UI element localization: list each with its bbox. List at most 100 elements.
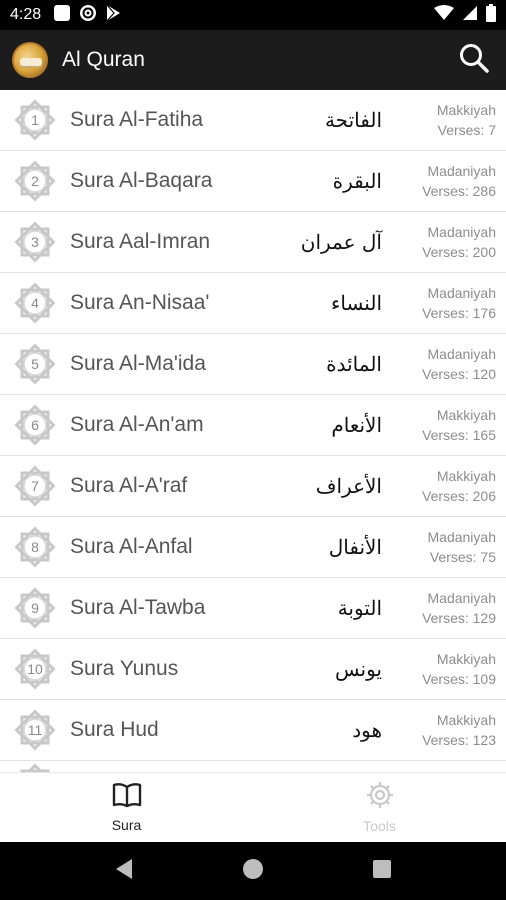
sura-meta: Madaniyah Verses: 176 [396, 283, 496, 323]
sura-name: Sura Al-Ma'ida [70, 352, 206, 375]
sura-name: Sura Yunus [70, 657, 179, 680]
sura-row[interactable]: 9 Sura Al-Tawba التوبة Madaniyah Verses:… [0, 578, 506, 639]
sura-row[interactable]: 3 Sura Aal-Imran آل عمران Madaniyah Vers… [0, 212, 506, 273]
sura-name: Sura An-Nisaa' [70, 291, 210, 314]
sura-arabic-calligraphy: الأنعام [331, 413, 382, 437]
revelation-type: Madaniyah [427, 590, 497, 606]
gear-icon [366, 781, 394, 814]
verse-count: Verses: 200 [422, 244, 496, 260]
sura-number: 3 [31, 234, 39, 250]
signal-icon [462, 5, 478, 26]
verse-count: Verses: 206 [422, 488, 496, 504]
system-navigation-bar [0, 842, 506, 900]
verse-count: Verses: 75 [429, 549, 496, 565]
sura-arabic-calligraphy: آل عمران [300, 230, 382, 254]
revelation-type: Madaniyah [427, 285, 497, 301]
sura-row[interactable]: 5 Sura Al-Ma'ida المائدة Madaniyah Verse… [0, 334, 506, 395]
sura-arabic-calligraphy: النساء [330, 291, 382, 315]
back-button[interactable] [114, 858, 134, 885]
revelation-type: Makkiyah [436, 407, 496, 423]
sura-number-badge: 6 [12, 402, 58, 448]
sura-number-badge: 7 [12, 463, 58, 509]
recents-square-icon [373, 859, 391, 878]
sura-number-badge: 4 [12, 280, 58, 326]
revelation-type: Madaniyah [427, 529, 497, 545]
search-icon [458, 42, 490, 79]
play-store-icon [105, 4, 121, 27]
sura-meta: Makkiyah Verses: 206 [396, 466, 496, 506]
sura-arabic-calligraphy: الأعراف [315, 474, 382, 498]
verse-count: Verses: 286 [422, 183, 496, 199]
sura-meta: Madaniyah Verses: 286 [396, 161, 496, 201]
app-bar: Al Quran [0, 30, 506, 90]
sura-number-badge: 10 [12, 646, 58, 692]
revelation-type: Madaniyah [427, 346, 497, 362]
sura-name: Sura Hud [70, 718, 159, 741]
sura-meta: Makkiyah Verses: 165 [396, 405, 496, 445]
battery-icon [486, 3, 496, 27]
sura-number: 2 [31, 173, 39, 189]
revelation-type: Makkiyah [436, 651, 496, 667]
sura-meta: Madaniyah Verses: 120 [396, 344, 496, 384]
sura-number: 10 [27, 661, 43, 677]
sura-name: Sura Al-Anfal [70, 535, 193, 558]
sura-arabic-calligraphy: المائدة [326, 352, 382, 376]
sura-number: 7 [31, 478, 39, 494]
verse-count: Verses: 123 [422, 732, 496, 748]
sura-number-badge: 5 [12, 341, 58, 387]
sura-name: Sura Aal-Imran [70, 230, 211, 253]
sura-number: 8 [31, 539, 39, 555]
sura-row[interactable]: 10 Sura Yunus يونس Makkiyah Verses: 109 [0, 639, 506, 700]
recents-button[interactable] [372, 859, 392, 884]
sura-row[interactable]: 11 Sura Hud هود Makkiyah Verses: 123 [0, 700, 506, 761]
search-button[interactable] [456, 42, 492, 78]
sura-meta: Madaniyah Verses: 200 [396, 222, 496, 262]
system-status-icons [434, 3, 496, 27]
sura-row-partial[interactable] [0, 761, 506, 772]
sura-row[interactable]: 7 Sura Al-A'raf الأعراف Makkiyah Verses:… [0, 456, 506, 517]
sura-meta: Madaniyah Verses: 129 [396, 588, 496, 628]
sura-name: Sura Al-An'am [70, 413, 204, 436]
revelation-type: Makkiyah [436, 102, 496, 118]
sura-row[interactable]: 8 Sura Al-Anfal الأنفال Madaniyah Verses… [0, 517, 506, 578]
sura-number-badge: 8 [12, 524, 58, 570]
sura-list[interactable]: 1 Sura Al-Fatiha الفاتحة Makkiyah Verses… [0, 90, 506, 772]
revelation-type: Madaniyah [427, 163, 497, 179]
sura-number-badge: 9 [12, 585, 58, 631]
sura-row[interactable]: 4 Sura An-Nisaa' النساء Madaniyah Verses… [0, 273, 506, 334]
sura-row[interactable]: 1 Sura Al-Fatiha الفاتحة Makkiyah Verses… [0, 90, 506, 151]
square-notification-icon [53, 4, 71, 27]
verse-count: Verses: 165 [422, 427, 496, 443]
sura-number: 9 [31, 600, 39, 616]
back-triangle-icon [116, 858, 132, 879]
sura-arabic-calligraphy: البقرة [332, 169, 382, 193]
app-logo-icon [12, 42, 48, 78]
status-bar: 4:28 [0, 0, 506, 30]
verse-count: Verses: 109 [422, 671, 496, 687]
sura-number: 6 [31, 417, 39, 433]
sura-name: Sura Al-Baqara [70, 169, 213, 192]
sura-row[interactable]: 2 Sura Al-Baqara البقرة Madaniyah Verses… [0, 151, 506, 212]
sura-number: 4 [31, 295, 39, 311]
verse-count: Verses: 7 [437, 122, 496, 138]
sura-number: 1 [31, 112, 39, 128]
sura-meta: Madaniyah Verses: 75 [396, 527, 497, 567]
nav-tab-sura[interactable]: Sura [0, 773, 253, 842]
sura-arabic-calligraphy: التوبة [337, 596, 382, 620]
sura-name: Sura Al-Tawba [70, 596, 206, 619]
nav-tab-sura-label: Sura [111, 817, 142, 833]
nav-tab-tools[interactable]: Tools [253, 773, 506, 842]
revelation-type: Makkiyah [436, 712, 496, 728]
wifi-icon [434, 4, 454, 26]
home-button[interactable] [242, 858, 264, 885]
sura-arabic-calligraphy: هود [352, 718, 382, 742]
notification-icons [53, 4, 121, 27]
verse-count: Verses: 120 [422, 366, 496, 382]
sura-meta: Makkiyah Verses: 7 [396, 100, 496, 140]
sura-row[interactable]: 6 Sura Al-An'am الأنعام Makkiyah Verses:… [0, 395, 506, 456]
sura-arabic-calligraphy: الأنفال [328, 535, 382, 559]
nav-tab-tools-label: Tools [363, 818, 396, 834]
revelation-type: Madaniyah [427, 224, 497, 240]
sura-number: 11 [27, 722, 43, 738]
status-time: 4:28 [10, 6, 42, 23]
